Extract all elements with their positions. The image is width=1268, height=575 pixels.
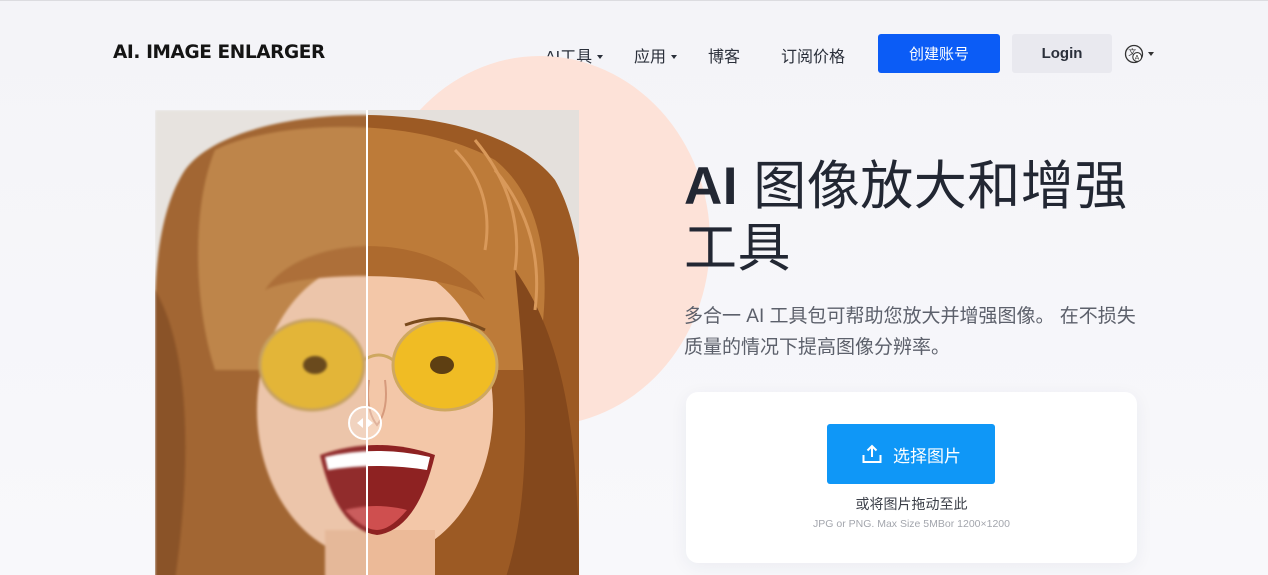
caret-down-icon — [1148, 52, 1154, 56]
select-image-button[interactable]: 选择图片 — [827, 424, 995, 484]
hero-title: AI 图像放大和增强工具 — [684, 156, 1144, 280]
caret-down-icon — [671, 55, 678, 59]
page: AI. IMAGE ENLARGER AI工具 应用 博客 订阅价格 创建账号 … — [0, 0, 1268, 575]
hero-title-rest: 图像放大和增强工具 — [684, 157, 1128, 278]
site-logo[interactable]: AI. IMAGE ENLARGER — [113, 42, 325, 63]
file-requirements: JPG or PNG. Max Size 5MBor 1200×1200 — [813, 518, 1010, 530]
hero-description: 多合一 AI 工具包可帮助您放大并增强图像。 在不损失质量的情况下提高图像分辨率… — [684, 306, 1136, 358]
translate-icon: 文 A — [1124, 44, 1144, 64]
upload-icon — [862, 444, 882, 463]
signup-button[interactable]: 创建账号 — [878, 34, 1000, 73]
before-after-slider[interactable] — [155, 110, 579, 575]
caret-down-icon — [597, 55, 604, 59]
nav-pricing[interactable]: 订阅价格 — [781, 43, 845, 67]
drop-hint: 或将图片拖动至此 — [855, 496, 968, 512]
arrow-right-icon — [367, 418, 373, 428]
nav-blog[interactable]: 博客 — [708, 43, 740, 67]
compare-divider[interactable] — [366, 110, 368, 575]
nav-apps[interactable]: 应用 — [634, 43, 678, 67]
compare-arrows-icon[interactable] — [348, 406, 382, 440]
nav-pricing-label: 订阅价格 — [781, 49, 846, 66]
language-selector[interactable]: 文 A — [1124, 43, 1154, 65]
select-image-label: 选择图片 — [893, 446, 961, 466]
nav-apps-label: 应用 — [634, 49, 667, 66]
nav-blog-label: 博客 — [708, 49, 741, 66]
upload-card[interactable]: 选择图片 或将图片拖动至此 JPG or PNG. Max Size 5MBor… — [686, 392, 1137, 563]
login-button[interactable]: Login — [1012, 34, 1112, 73]
arrow-left-icon — [357, 418, 363, 428]
svg-text:A: A — [1135, 54, 1140, 62]
hero-title-ai: AI — [684, 157, 738, 216]
